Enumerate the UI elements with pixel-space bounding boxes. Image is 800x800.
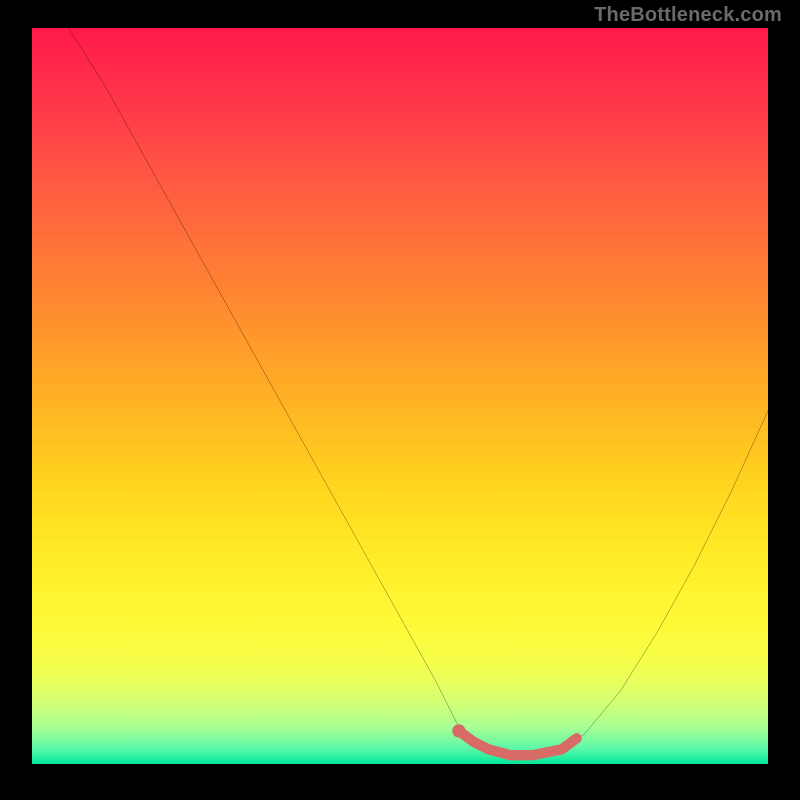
highlight-path xyxy=(459,731,577,755)
highlight-dot xyxy=(452,724,465,737)
chart-plot-area xyxy=(32,28,768,764)
optimal-range-highlight xyxy=(32,28,768,764)
watermark-text: TheBottleneck.com xyxy=(594,4,782,27)
